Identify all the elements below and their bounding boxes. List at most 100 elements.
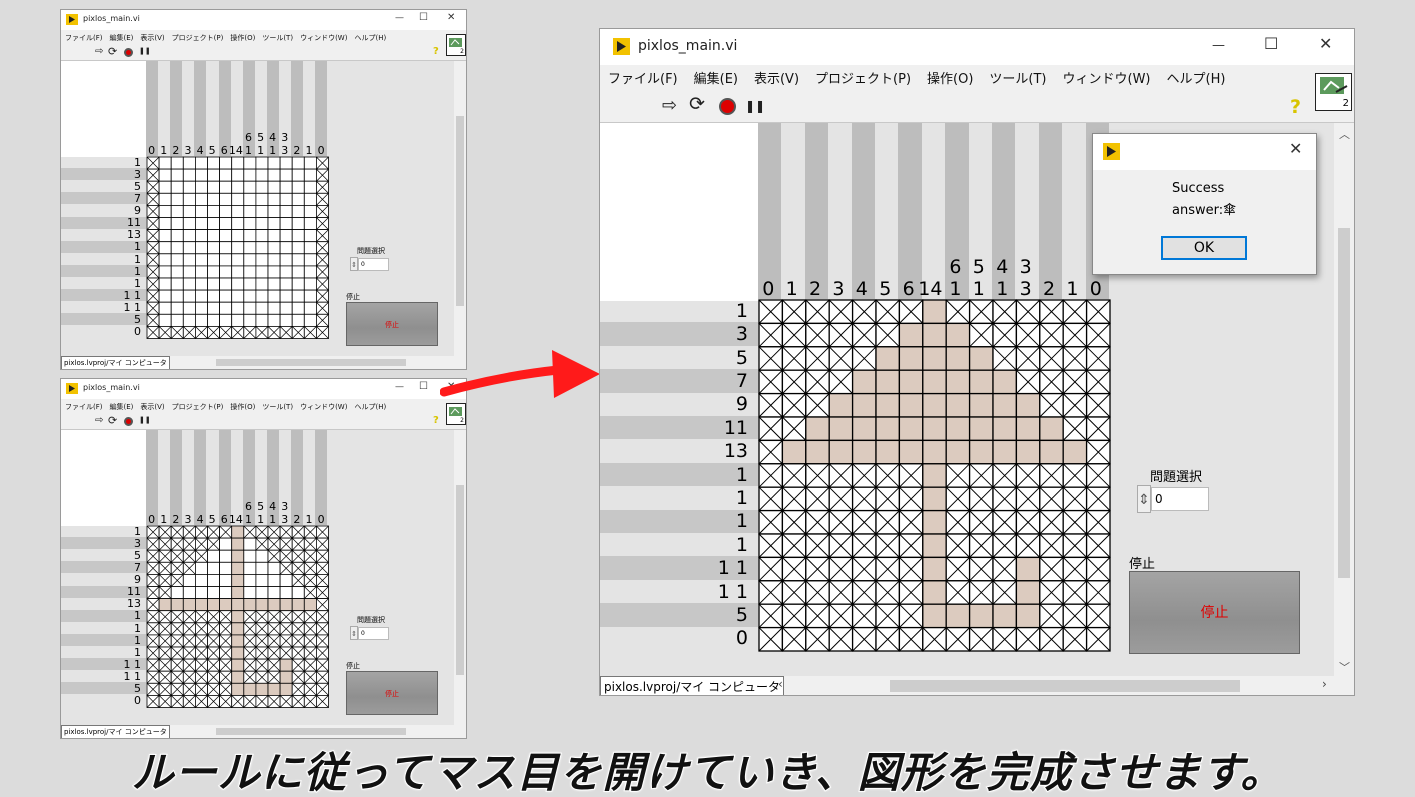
- grid-cell[interactable]: [828, 392, 854, 418]
- grid-cell[interactable]: [170, 205, 184, 218]
- grid-cell[interactable]: [945, 626, 971, 652]
- grid-cell[interactable]: [828, 509, 854, 535]
- grid-cell[interactable]: [805, 346, 830, 371]
- grid-cell[interactable]: [303, 301, 317, 315]
- grid-cell[interactable]: [303, 277, 317, 291]
- grid-cell[interactable]: [255, 325, 269, 339]
- grid-cell[interactable]: [279, 301, 293, 315]
- menu-item-3[interactable]: プロジェクト(P): [172, 33, 224, 43]
- grid-cell[interactable]: [291, 598, 305, 612]
- grid-cell[interactable]: [303, 622, 317, 636]
- grid-cell[interactable]: [158, 156, 172, 170]
- grid-cell[interactable]: [1015, 486, 1041, 512]
- grid-cell[interactable]: [207, 586, 221, 600]
- grid-cell[interactable]: [255, 586, 269, 600]
- grid-cell[interactable]: [207, 229, 221, 243]
- grid-cell[interactable]: [315, 205, 329, 218]
- menu-item-7[interactable]: ヘルプ(H): [1167, 68, 1226, 87]
- context-help-icon[interactable]: ?: [433, 415, 439, 426]
- grid-cell[interactable]: [182, 574, 196, 587]
- grid-cell[interactable]: [243, 634, 257, 648]
- grid-cell[interactable]: [243, 241, 257, 255]
- grid-cell[interactable]: [1039, 580, 1064, 605]
- grid-cell[interactable]: [315, 598, 329, 612]
- grid-cell[interactable]: [146, 325, 160, 339]
- grid-cell[interactable]: [291, 277, 305, 291]
- grid-cell[interactable]: [182, 586, 196, 600]
- grid-cell[interactable]: [146, 156, 160, 170]
- grid-cell[interactable]: [158, 670, 172, 684]
- grid-cell[interactable]: [146, 658, 160, 672]
- grid-cell[interactable]: [992, 439, 1018, 465]
- grid-cell[interactable]: [219, 658, 233, 672]
- grid-cell[interactable]: [170, 694, 184, 708]
- grid-cell[interactable]: [315, 646, 329, 660]
- grid-cell[interactable]: [195, 253, 208, 267]
- grid-cell[interactable]: [170, 646, 184, 660]
- grid-cell[interactable]: [781, 533, 807, 559]
- grid-cell[interactable]: [758, 346, 784, 371]
- grid-cell[interactable]: [243, 549, 257, 563]
- grid-cell[interactable]: [267, 658, 281, 672]
- grid-cell[interactable]: [1062, 556, 1088, 582]
- grid-cell[interactable]: [1085, 392, 1111, 418]
- grid-cell[interactable]: [303, 634, 317, 648]
- grid-cell[interactable]: [207, 646, 221, 660]
- grid-cell[interactable]: [828, 533, 854, 559]
- grid-cell[interactable]: [182, 265, 196, 279]
- grid-cell[interactable]: [898, 299, 924, 325]
- grid-cell[interactable]: [243, 561, 257, 575]
- grid-cell[interactable]: [1085, 533, 1111, 559]
- menu-item-5[interactable]: ツール(T): [262, 33, 293, 43]
- grid-cell[interactable]: [243, 537, 257, 551]
- grid-cell[interactable]: [158, 241, 172, 255]
- grid-cell[interactable]: [315, 277, 329, 291]
- grid-cell[interactable]: [291, 241, 305, 255]
- problem-select-numeric[interactable]: ⇕ 0: [1137, 485, 1209, 513]
- grid-cell[interactable]: [303, 192, 317, 206]
- grid-cell[interactable]: [992, 463, 1018, 488]
- grid-cell[interactable]: [303, 525, 317, 539]
- grid-cell[interactable]: [875, 346, 901, 371]
- grid-cell[interactable]: [207, 277, 221, 291]
- dialog-close-button[interactable]: ✕: [1289, 141, 1302, 157]
- grid-cell[interactable]: [182, 301, 196, 315]
- grid-cell[interactable]: [303, 156, 317, 170]
- grid-cell[interactable]: [875, 603, 901, 629]
- grid-cell[interactable]: [267, 646, 281, 660]
- grid-cell[interactable]: [898, 463, 924, 488]
- grid-cell[interactable]: [279, 192, 293, 206]
- grid-cell[interactable]: [243, 156, 257, 170]
- grid-cell[interactable]: [195, 537, 208, 551]
- grid-cell[interactable]: [195, 694, 208, 708]
- grid-cell[interactable]: [992, 603, 1018, 629]
- grid-cell[interactable]: [255, 622, 269, 636]
- grid-cell[interactable]: [1039, 416, 1064, 442]
- grid-cell[interactable]: [291, 156, 305, 170]
- grid-cell[interactable]: [207, 265, 221, 279]
- grid-cell[interactable]: [291, 325, 305, 339]
- menu-item-4[interactable]: 操作(O): [230, 402, 255, 412]
- grid-cell[interactable]: [170, 325, 184, 339]
- grid-cell[interactable]: [182, 537, 196, 551]
- grid-cell[interactable]: [255, 574, 269, 587]
- grid-cell[interactable]: [303, 253, 317, 267]
- problem-select-value[interactable]: 0: [358, 626, 389, 640]
- grid-cell[interactable]: [303, 682, 317, 696]
- grid-cell[interactable]: [170, 610, 184, 624]
- grid-cell[interactable]: [267, 586, 281, 600]
- grid-cell[interactable]: [207, 634, 221, 648]
- grid-cell[interactable]: [243, 598, 257, 612]
- grid-cell[interactable]: [255, 265, 269, 279]
- grid-cell[interactable]: [758, 556, 784, 582]
- grid-cell[interactable]: [219, 180, 233, 194]
- grid-cell[interactable]: [303, 670, 317, 684]
- grid-cell[interactable]: [945, 533, 971, 559]
- grid-cell[interactable]: [781, 603, 807, 629]
- grid-cell[interactable]: [255, 561, 269, 575]
- grid-cell[interactable]: [146, 265, 160, 279]
- grid-cell[interactable]: [267, 549, 281, 563]
- menu-item-4[interactable]: 操作(O): [927, 68, 973, 87]
- grid-cell[interactable]: [146, 634, 160, 648]
- grid-cell[interactable]: [267, 192, 281, 206]
